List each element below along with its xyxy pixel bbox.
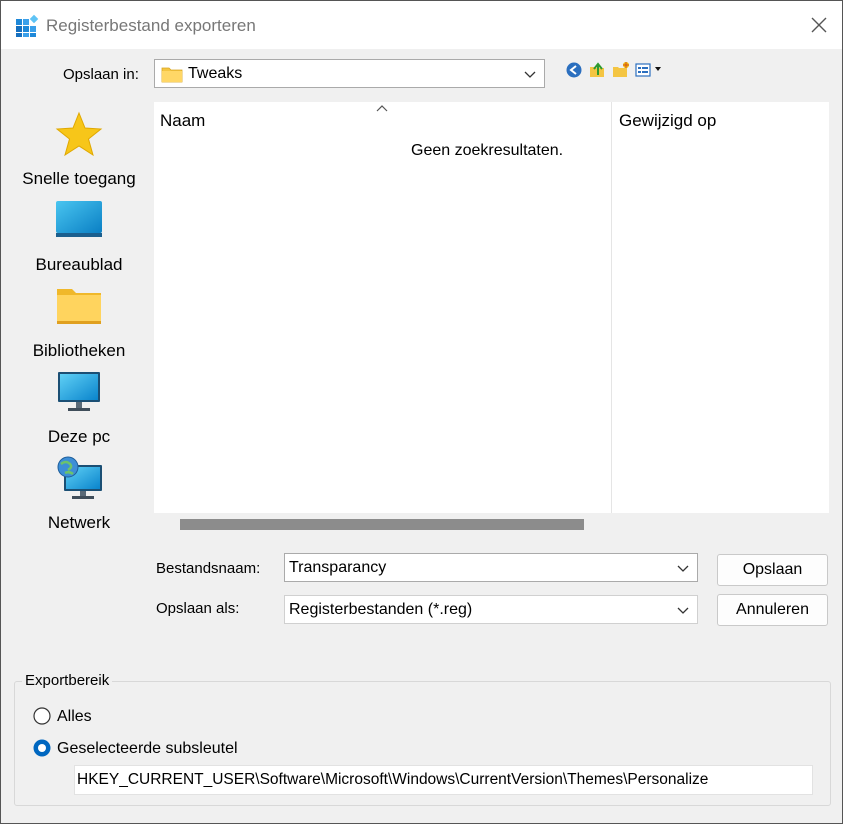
place-label: Netwerk (47, 513, 111, 532)
registry-editor-icon (16, 14, 39, 37)
close-icon (811, 17, 827, 33)
up-folder-icon[interactable] (588, 61, 606, 79)
places-bar: Snelle toegang Bureaublad Bibliotheken D… (5, 102, 146, 662)
filename-label: Bestandsnaam: (156, 560, 261, 577)
chevron-down-icon (524, 71, 536, 78)
place-label: Deze pc (47, 427, 111, 446)
view-menu-icon (635, 63, 661, 77)
save-as-value: Registerbestanden (*.reg) (289, 601, 473, 618)
radio-all-label[interactable]: Alles (57, 708, 92, 726)
place-label: Bibliotheken (32, 341, 126, 360)
monitor-icon (58, 372, 100, 411)
column-separator[interactable] (611, 102, 612, 513)
place-label: Snelle toegang (22, 169, 136, 188)
place-label: Bureaublad (35, 255, 123, 274)
star-icon (55, 111, 103, 157)
network-icon (57, 456, 102, 499)
chevron-down-icon[interactable] (677, 563, 689, 573)
save-in-value: Tweaks (188, 65, 243, 82)
close-button[interactable] (796, 1, 842, 49)
export-range-label: Exportbereik (22, 672, 113, 689)
sort-ascending-icon (376, 105, 388, 112)
window-title: Registerbestand exporteren (46, 16, 256, 35)
cancel-button[interactable]: Annuleren (717, 594, 828, 626)
save-as-dropdown[interactable]: Registerbestanden (*.reg) (284, 595, 698, 624)
view-menu-button[interactable] (635, 61, 669, 79)
column-header-name[interactable]: Naam (160, 111, 205, 131)
radio-selected-subkey[interactable] (33, 739, 51, 757)
new-folder-icon[interactable] (612, 61, 630, 79)
filename-input[interactable]: Transparancy (284, 553, 698, 582)
chevron-down-icon (677, 607, 689, 614)
export-registry-dialog: Registerbestand exporteren Opslaan in: T… (0, 0, 843, 824)
folder-icon (161, 67, 183, 83)
key-path-value: HKEY_CURRENT_USER\Software\Microsoft\Win… (77, 771, 709, 788)
filename-value: Transparancy (289, 559, 387, 576)
save-in-dropdown[interactable]: Tweaks (154, 59, 545, 88)
desktop-icon (56, 201, 102, 237)
column-header-modified[interactable]: Gewijzigd op (619, 111, 716, 131)
radio-all[interactable] (33, 707, 51, 725)
save-as-label: Opslaan als: (156, 600, 240, 617)
save-in-label: Opslaan in: (63, 66, 139, 83)
empty-message: Geen zoekresultaten. (411, 142, 564, 159)
folder-icon (57, 289, 101, 324)
key-path-input[interactable]: HKEY_CURRENT_USER\Software\Microsoft\Win… (74, 765, 813, 795)
back-icon[interactable] (565, 61, 583, 79)
save-button[interactable]: Opslaan (717, 554, 828, 586)
file-list[interactable]: Naam Gewijzigd op Geen zoekresultaten. (154, 102, 829, 513)
horizontal-scrollbar-thumb[interactable] (180, 519, 584, 530)
radio-selected-subkey-label[interactable]: Geselecteerde subsleutel (57, 740, 238, 758)
title-bar[interactable]: Registerbestand exporteren (1, 1, 842, 49)
